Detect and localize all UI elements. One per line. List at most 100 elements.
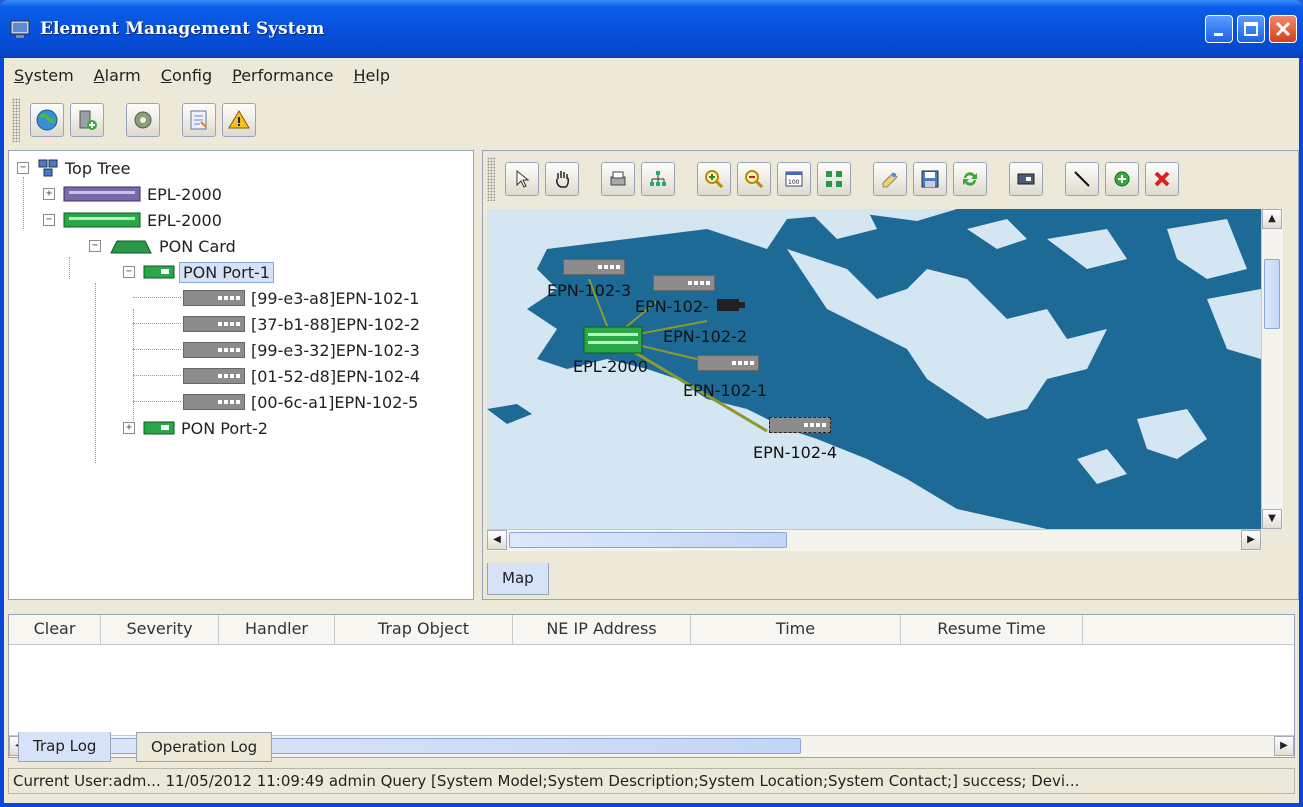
scroll-up-button[interactable]: ▲ xyxy=(1262,209,1282,229)
add-device-button[interactable] xyxy=(70,103,104,137)
collapse-icon[interactable]: − xyxy=(43,214,55,226)
tree-node-olt-2[interactable]: − EPL-2000 xyxy=(43,207,222,233)
tree-node-pon-card[interactable]: − PON Card xyxy=(89,233,236,259)
print-button[interactable] xyxy=(601,162,635,196)
tree-node-olt-1[interactable]: + EPL-2000 xyxy=(43,181,222,207)
alarm-button[interactable] xyxy=(222,103,256,137)
minimize-button[interactable] xyxy=(1205,15,1233,43)
status-bar: Current User:adm... 11/05/2012 11:09:49 … xyxy=(8,768,1295,794)
report-button[interactable] xyxy=(182,103,216,137)
draw-link-button[interactable] xyxy=(1065,162,1099,196)
map-node-onu4[interactable] xyxy=(769,417,831,433)
add-circle-icon xyxy=(1114,171,1130,187)
alarm-warning-icon xyxy=(228,110,250,129)
column-header[interactable]: Time xyxy=(691,615,901,644)
toolbar-grip[interactable] xyxy=(12,98,20,142)
menu-config[interactable]: Config xyxy=(161,66,212,85)
pointer-icon xyxy=(516,169,530,188)
scroll-down-button[interactable]: ▼ xyxy=(1262,509,1282,529)
tree-node-onu[interactable]: [99-e3-a8]EPN-102-1 xyxy=(183,285,419,311)
map-label-onu2b: EPN-102- xyxy=(635,297,709,316)
column-header[interactable]: Resume Time xyxy=(901,615,1083,644)
printer-icon xyxy=(610,171,626,186)
menu-bar: System Alarm Config Performance Help xyxy=(4,58,1299,92)
tree-node-top[interactable]: − Top Tree xyxy=(17,155,130,181)
device-tree[interactable]: − Top Tree + EPL-2000 − EPL-2000 − PON C… xyxy=(8,150,474,600)
tree-node-pon-port-1[interactable]: − PON Port-1 xyxy=(123,259,274,285)
zoom-100-button[interactable]: 100 xyxy=(777,162,811,196)
settings-button[interactable] xyxy=(126,103,160,137)
column-header[interactable]: Severity xyxy=(101,615,219,644)
menu-performance[interactable]: Performance xyxy=(232,66,333,85)
collapse-icon[interactable]: − xyxy=(17,162,29,174)
column-header[interactable]: Handler xyxy=(219,615,335,644)
scroll-thumb[interactable] xyxy=(509,532,787,548)
delete-button[interactable] xyxy=(1145,162,1179,196)
close-icon xyxy=(1275,21,1291,37)
menu-alarm[interactable]: Alarm xyxy=(94,66,141,85)
pon-port-icon xyxy=(143,265,175,279)
tree-node-onu[interactable]: [37-b1-88]EPN-102-2 xyxy=(183,311,420,337)
zoom-in-button[interactable] xyxy=(697,162,731,196)
close-button[interactable] xyxy=(1269,15,1297,43)
map-toolbar-grip[interactable] xyxy=(487,157,495,201)
tree-label-olt-2: EPL-2000 xyxy=(147,210,222,230)
topology-map[interactable]: EPN-102-3 EPN-102- EPN-102-2 EPL-2000 EP… xyxy=(487,209,1261,529)
map-label-onu4: EPN-102-4 xyxy=(753,443,837,462)
layout-button[interactable] xyxy=(641,162,675,196)
maximize-button[interactable] xyxy=(1237,15,1265,43)
fit-view-button[interactable] xyxy=(817,162,851,196)
map-toolbar: 100 xyxy=(483,151,1298,207)
client-area: System Alarm Config Performance Help − T… xyxy=(4,58,1299,803)
collapse-icon[interactable]: − xyxy=(89,240,101,252)
scroll-right-button[interactable]: ▶ xyxy=(1274,736,1294,756)
window-title: Element Management System xyxy=(40,19,325,39)
map-node-onu3[interactable] xyxy=(563,259,625,275)
maximize-icon xyxy=(1244,22,1258,36)
main-toolbar xyxy=(12,94,256,146)
map-horizontal-scrollbar[interactable]: ◀ ▶ xyxy=(487,529,1261,551)
map-node-onu1[interactable] xyxy=(697,355,759,371)
tree-node-onu[interactable]: [01-52-d8]EPN-102-4 xyxy=(183,363,420,389)
menu-system[interactable]: System xyxy=(14,66,74,85)
tree-label-onu: [00-6c-a1]EPN-102-5 xyxy=(251,392,419,412)
fit-view-icon xyxy=(826,171,842,187)
hierarchy-icon xyxy=(650,171,666,186)
tree-node-pon-port-2[interactable]: + PON Port-2 xyxy=(123,415,268,441)
refresh-button[interactable] xyxy=(953,162,987,196)
edit-button[interactable] xyxy=(873,162,907,196)
tab-trap-log[interactable]: Trap Log xyxy=(18,732,112,762)
tree-label-olt-1: EPL-2000 xyxy=(147,184,222,204)
column-header[interactable]: Trap Object xyxy=(335,615,513,644)
column-header[interactable]: Clear xyxy=(9,615,101,644)
scroll-thumb[interactable] xyxy=(1264,259,1280,329)
expand-icon[interactable]: + xyxy=(43,188,55,200)
select-tool-button[interactable] xyxy=(505,162,539,196)
menu-help[interactable]: Help xyxy=(354,66,390,85)
expand-icon[interactable]: + xyxy=(123,422,135,434)
column-header[interactable]: NE IP Address xyxy=(513,615,691,644)
tab-operation-log[interactable]: Operation Log xyxy=(136,732,273,762)
add-node-button[interactable] xyxy=(1105,162,1139,196)
map-label-onu1: EPN-102-1 xyxy=(683,381,767,400)
olt-chassis-icon xyxy=(63,212,141,228)
map-vertical-scrollbar[interactable]: ▲ ▼ xyxy=(1261,209,1283,529)
add-device-icon xyxy=(79,110,97,130)
map-node-onu2[interactable] xyxy=(653,275,715,291)
collapse-icon[interactable]: − xyxy=(123,266,135,278)
add-port-button[interactable] xyxy=(1009,162,1043,196)
tab-map[interactable]: Map xyxy=(487,563,549,595)
scroll-left-button[interactable]: ◀ xyxy=(487,530,507,550)
tree-label-pon-port-1: PON Port-1 xyxy=(179,261,274,283)
zoom-out-button[interactable] xyxy=(737,162,771,196)
table-header: Clear Severity Handler Trap Object NE IP… xyxy=(9,615,1294,645)
topology-button[interactable] xyxy=(30,103,64,137)
topology-globe-icon xyxy=(36,109,58,131)
save-button[interactable] xyxy=(913,162,947,196)
scroll-right-button[interactable]: ▶ xyxy=(1241,530,1261,550)
tree-node-onu[interactable]: [99-e3-32]EPN-102-3 xyxy=(183,337,420,363)
tree-node-onu[interactable]: [00-6c-a1]EPN-102-5 xyxy=(183,389,418,415)
olt-chassis-icon[interactable] xyxy=(583,325,643,355)
pan-tool-button[interactable] xyxy=(545,162,579,196)
title-bar[interactable]: Element Management System xyxy=(0,0,1303,58)
